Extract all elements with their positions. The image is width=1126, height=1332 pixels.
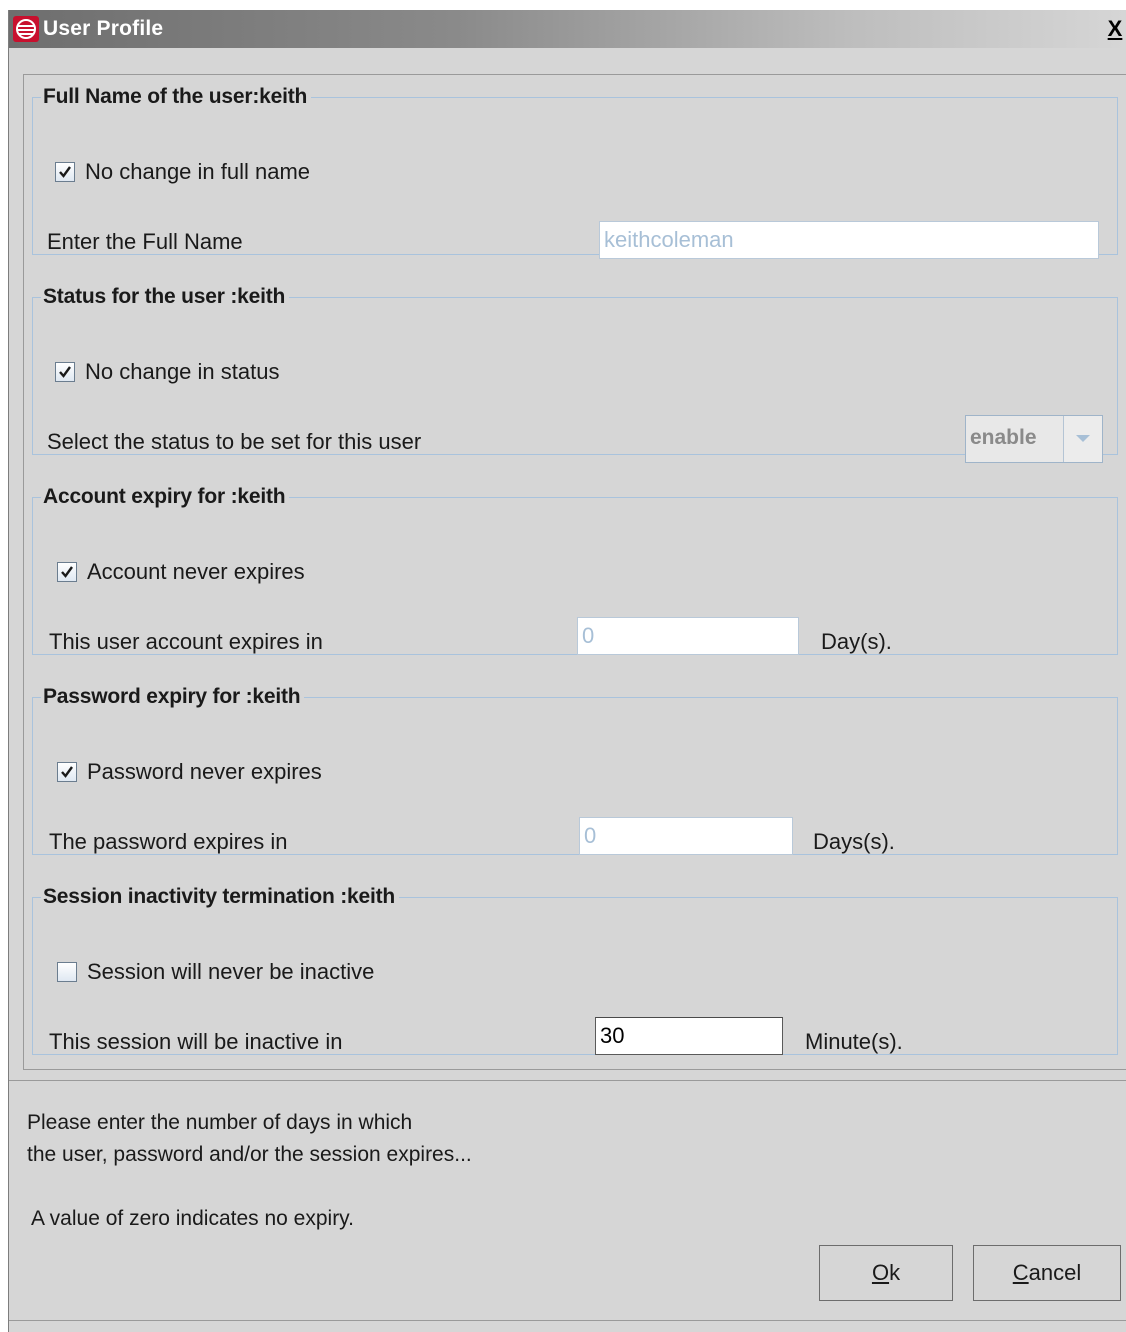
password-expiry-days-field[interactable]: 0 <box>579 817 793 855</box>
session-inactivity-group: Session inactivity termination :keith Se… <box>32 885 1118 1055</box>
account-expiry-unit: Day(s). <box>821 629 892 654</box>
session-never-inactive-checkbox[interactable]: Session will never be inactive <box>57 959 374 985</box>
no-change-status-label: No change in status <box>85 359 280 384</box>
checkbox-unchecked-icon[interactable] <box>57 962 77 982</box>
settings-panel: Full Name of the user:keith No change in… <box>23 74 1126 1070</box>
status-group: Status for the user :keith No change in … <box>32 285 1118 463</box>
password-expiry-legend: Password expiry for :keith <box>43 685 301 708</box>
password-expiry-group: Password expiry for :keith Password neve… <box>32 685 1118 855</box>
info-line-1: Please enter the number of days in which <box>27 1111 413 1134</box>
ok-button[interactable]: Ok <box>819 1245 953 1301</box>
no-change-status-checkbox[interactable]: No change in status <box>55 359 279 385</box>
info-line-2: the user, password and/or the session ex… <box>27 1143 472 1166</box>
status-select[interactable]: enable <box>965 415 1103 463</box>
title-bar[interactable]: User Profile X <box>9 10 1126 48</box>
app-icon <box>13 16 39 42</box>
password-never-expires-checkbox[interactable]: Password never expires <box>57 759 322 785</box>
session-inactive-label: This session will be inactive in <box>49 1029 343 1054</box>
checkbox-checked-icon[interactable] <box>55 162 75 182</box>
session-minutes-field[interactable]: 30 <box>595 1017 783 1055</box>
checkbox-checked-icon[interactable] <box>55 362 75 382</box>
account-expires-label: This user account expires in <box>49 629 323 654</box>
close-icon[interactable]: X <box>1105 18 1125 42</box>
password-expires-label: The password expires in <box>49 829 288 854</box>
password-expiry-unit: Days(s). <box>813 829 895 854</box>
user-profile-dialog: User Profile X Full Name of the user:kei… <box>8 10 1126 1332</box>
cancel-mnemonic: C <box>1012 1260 1029 1285</box>
password-never-expires-label: Password never expires <box>87 759 322 784</box>
full-name-group: Full Name of the user:keith No change in… <box>32 85 1118 259</box>
bottom-divider <box>9 1320 1126 1321</box>
session-never-inactive-label: Session will never be inactive <box>87 959 375 984</box>
account-expiry-days-field[interactable]: 0 <box>577 617 799 655</box>
session-inactivity-legend: Session inactivity termination :keith <box>43 885 396 908</box>
status-selected-value: enable <box>966 416 1064 462</box>
no-change-full-name-checkbox[interactable]: No change in full name <box>55 159 310 185</box>
no-change-full-name-label: No change in full name <box>85 159 311 184</box>
checkbox-checked-icon[interactable] <box>57 762 77 782</box>
status-legend: Status for the user :keith <box>43 285 286 308</box>
info-line-3: A value of zero indicates no expiry. <box>31 1207 354 1230</box>
cancel-button[interactable]: Cancel <box>973 1245 1121 1301</box>
full-name-field[interactable]: keithcoleman <box>599 221 1099 259</box>
checkbox-checked-icon[interactable] <box>57 562 77 582</box>
chevron-down-icon[interactable] <box>1064 416 1102 462</box>
account-never-expires-label: Account never expires <box>87 559 305 584</box>
window-title: User Profile <box>43 17 164 40</box>
account-never-expires-checkbox[interactable]: Account never expires <box>57 559 305 585</box>
account-expiry-legend: Account expiry for :keith <box>43 485 286 508</box>
info-panel: Please enter the number of days in which… <box>9 1080 1126 1320</box>
full-name-label: Enter the Full Name <box>47 229 243 254</box>
account-expiry-group: Account expiry for :keith Account never … <box>32 485 1118 655</box>
status-select-label: Select the status to be set for this use… <box>47 429 422 454</box>
session-minutes-unit: Minute(s). <box>805 1029 903 1054</box>
ok-label-rest: k <box>889 1260 901 1285</box>
cancel-label-rest: ancel <box>1028 1260 1082 1285</box>
full-name-legend: Full Name of the user:keith <box>43 85 308 108</box>
ok-mnemonic: O <box>871 1260 890 1285</box>
